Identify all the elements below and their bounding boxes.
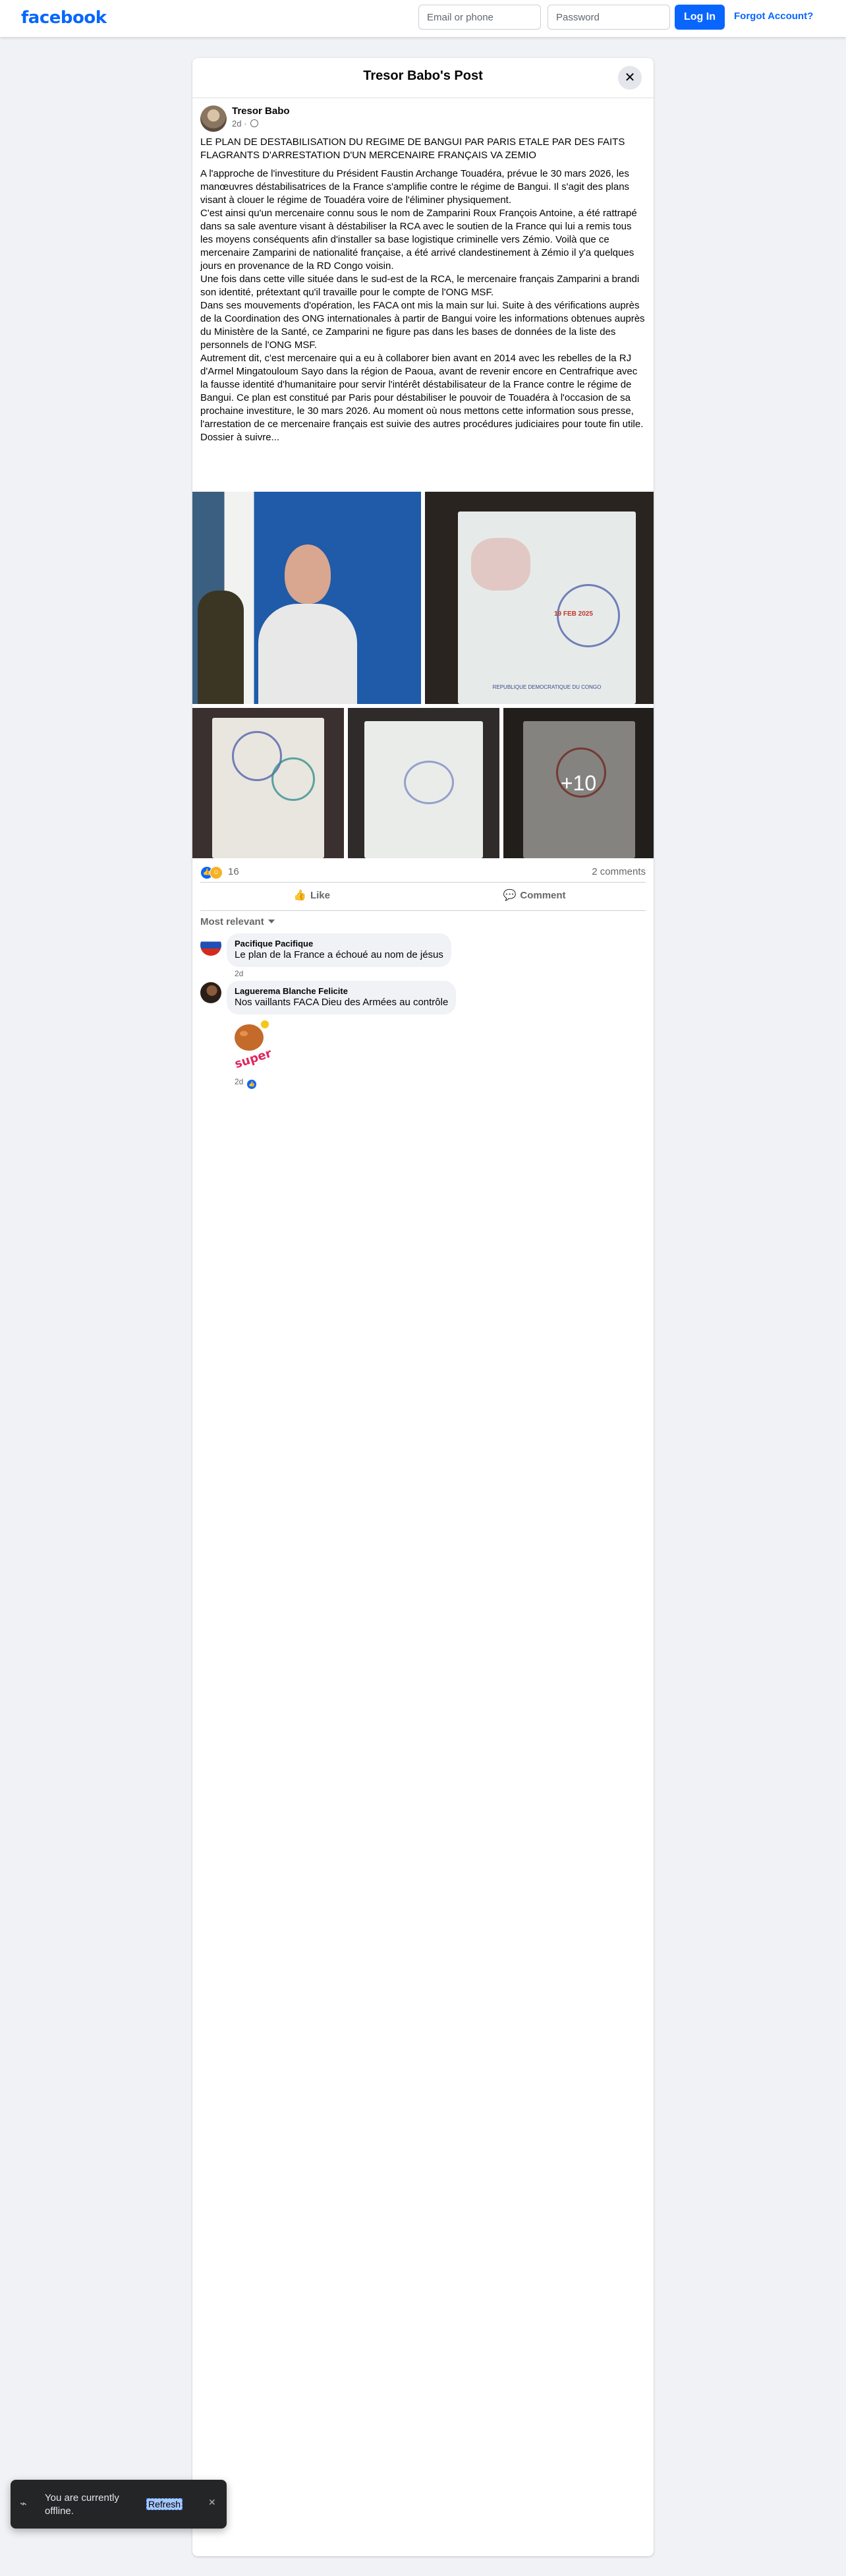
passport-stamp [271,757,315,801]
globe-icon [250,119,259,127]
post-body: LE PLAN DE DESTABILISATION DU REGIME DE … [200,136,646,444]
author-avatar[interactable] [200,105,227,132]
close-icon[interactable]: ✕ [208,2497,216,2508]
photo-more[interactable]: +10 [503,708,654,858]
dialog-title: Tresor Babo's Post [363,69,483,83]
post-dialog: Tresor Babo's Post ✕ Tresor Babo 2d · LE… [192,58,654,2556]
comment-label: Comment [520,890,566,901]
author-name[interactable]: Tresor Babo [232,105,290,117]
photo-passport-blank[interactable] [348,708,499,858]
super-sticker: super [233,1020,273,1070]
post-paragraph: Autrement dit, c'est mercenaire qui a eu… [200,353,644,430]
stamp-date: 19 FEB 2025 [554,610,593,618]
soldier-figure [198,591,244,704]
like-reaction-icon: 👍 [247,1080,257,1089]
photo-passport-pages[interactable] [192,708,344,858]
comment-text: Le plan de la France a échoué au nom de … [235,949,443,960]
like-label: Like [310,890,330,901]
comment-time[interactable]: 2d [235,969,243,978]
commenter-avatar[interactable] [200,982,221,1003]
email-input[interactable] [418,5,541,30]
comment-meta: 2d 👍 [235,1077,257,1089]
comment-count[interactable]: 2 comments [592,866,646,877]
shirt-shape [258,604,357,704]
post-timestamp[interactable]: 2d · [232,119,259,129]
speech-bubble-icon: 💬 [503,890,517,901]
passport-stamp [404,761,454,804]
passport-smudge [471,538,530,591]
photo-man-white-shirt[interactable] [192,492,421,704]
refresh-button[interactable]: Refresh [146,2498,183,2510]
comment-bubble: Pacifique Pacifique Le plan de la France… [227,933,451,967]
comment-text: Nos vaillants FACA Dieu des Armées au co… [235,997,449,1008]
post-paragraph: Une fois dans cette ville située dans le… [200,274,640,298]
dialog-header: Tresor Babo's Post ✕ [192,58,654,98]
caret-down-icon [268,920,275,923]
passport-page [212,718,324,858]
passport-page: 19 FEB 2025 REPUBLIQUE DEMOCRATIQUE DU C… [458,512,636,704]
commenter-name[interactable]: Laguerema Blanche Felicite [235,986,448,996]
wifi-off-icon: ⌁ [20,2497,27,2510]
passport-page [364,721,483,858]
forgot-account-link[interactable]: Forgot Account? [734,11,813,22]
sort-label: Most relevant [200,916,264,927]
post-time-text: 2d · [232,119,247,129]
password-input[interactable] [548,5,670,30]
commenter-avatar[interactable] [200,935,221,956]
passport-header-text: REPUBLIQUE DEMOCRATIQUE DU CONGO [492,684,602,690]
post-paragraph: A l'approche de l'investiture du Préside… [200,168,630,206]
comment-time[interactable]: 2d [235,1077,243,1086]
post-paragraph: Dans ses mouvements d'opération, les FAC… [200,300,645,351]
see-more-link[interactable]: Dossier à suivre... [200,431,646,444]
offline-toast: ⌁ You are currently offline. Refresh ✕ [11,2480,227,2529]
post-paragraph: C'est ainsi qu'un mercenaire connu sous … [200,208,637,272]
close-icon[interactable]: ✕ [618,66,642,90]
comment-sort-dropdown[interactable]: Most relevant [200,916,275,927]
commenter-name[interactable]: Pacifique Pacifique [235,939,443,949]
offline-message: You are currently offline. [45,2492,119,2517]
login-button[interactable]: Log In [675,5,725,30]
more-photos-overlay[interactable]: +10 [503,708,654,858]
comment-button[interactable]: 💬 Comment [423,883,646,910]
top-bar: facebook Log In Forgot Account? [0,0,846,37]
facebook-logo[interactable]: facebook [21,8,107,28]
action-bar: 👍 Like 💬 Comment [200,882,646,911]
head-shape [285,544,331,604]
care-reaction-icon: ☺ [210,866,223,879]
like-button[interactable]: 👍 Like [200,883,423,910]
reaction-count: 16 [228,866,239,877]
post-headline: LE PLAN DE DESTABILISATION DU REGIME DE … [200,136,625,161]
comment-bubble: Laguerema Blanche Felicite Nos vaillants… [227,981,457,1014]
photo-passport-stamp[interactable]: 19 FEB 2025 REPUBLIQUE DEMOCRATIQUE DU C… [425,492,654,704]
thumbs-up-icon: 👍 [293,890,306,901]
